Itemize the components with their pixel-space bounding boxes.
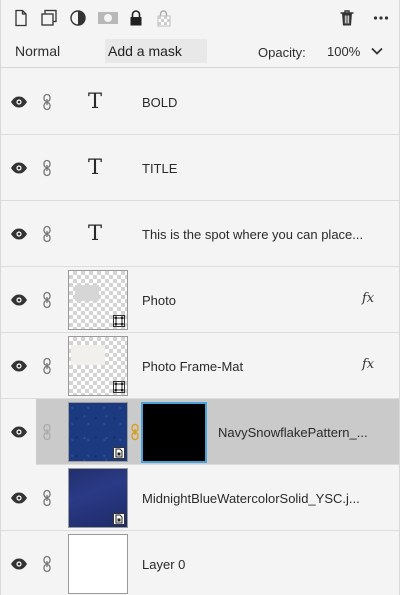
smart-object-icon	[113, 447, 125, 459]
layer-name: Photo	[142, 293, 176, 308]
layer-name: BOLD	[142, 95, 178, 110]
lock-icon[interactable]	[126, 8, 146, 28]
layer-name: TITLE	[142, 161, 178, 176]
link-icon[interactable]	[42, 159, 52, 177]
eye-icon[interactable]	[10, 227, 28, 241]
chevron-down-icon[interactable]	[370, 46, 384, 56]
transform-icon	[113, 381, 125, 393]
link-icon[interactable]	[42, 357, 52, 375]
layer-row[interactable]: Photo fx	[1, 267, 399, 333]
duplicate-icon[interactable]	[39, 8, 59, 28]
opacity-label: Opacity:	[258, 45, 306, 60]
add-mask-button[interactable]: Add a mask	[105, 39, 207, 63]
layer-name: Photo Frame-Mat	[142, 359, 244, 374]
layer-row[interactable]: T This is the spot where you can place..…	[1, 201, 399, 267]
layer-thumbnail[interactable]	[68, 402, 128, 462]
eye-icon[interactable]	[10, 95, 28, 109]
smart-object-icon	[113, 513, 125, 525]
layers-panel: Normal Add a mask Opacity: 100% T BOLD T…	[0, 0, 400, 595]
eye-icon[interactable]	[10, 359, 28, 373]
link-icon[interactable]	[42, 489, 52, 507]
blend-options-bar: Normal Add a mask Opacity: 100%	[1, 36, 399, 68]
eye-icon[interactable]	[10, 491, 28, 505]
mask-link-icon[interactable]	[131, 423, 139, 441]
layers-toolbar	[1, 0, 399, 36]
layer-row[interactable]: T BOLD	[1, 69, 399, 135]
layer-thumbnail[interactable]	[68, 468, 128, 528]
link-icon[interactable]	[42, 225, 52, 243]
text-layer-icon: T	[88, 221, 103, 245]
eye-icon[interactable]	[10, 557, 28, 571]
fx-icon[interactable]: fx	[362, 357, 374, 372]
new-layer-icon[interactable]	[11, 8, 31, 28]
link-icon[interactable]	[42, 423, 52, 441]
layer-name: This is the spot where you can place...	[142, 227, 364, 242]
eye-icon[interactable]	[10, 161, 28, 175]
layer-name: NavySnowflakePattern_...	[218, 425, 368, 440]
layer-mask-thumbnail[interactable]	[141, 402, 207, 463]
text-layer-icon: T	[88, 89, 103, 113]
fx-icon[interactable]: fx	[362, 291, 374, 306]
layer-thumbnail[interactable]	[68, 336, 128, 396]
eye-icon[interactable]	[10, 293, 28, 307]
mask-icon[interactable]	[96, 8, 120, 28]
lock-transparency-icon[interactable]	[154, 8, 174, 28]
link-icon[interactable]	[42, 555, 52, 573]
layer-name: Layer 0	[142, 557, 186, 572]
more-icon[interactable]	[371, 8, 391, 28]
transform-icon	[113, 315, 125, 327]
trash-icon[interactable]	[337, 8, 357, 28]
link-icon[interactable]	[42, 93, 52, 111]
layer-row[interactable]: MidnightBlueWatercolorSolid_YSC.j...	[1, 465, 399, 531]
layer-row[interactable]: T TITLE	[1, 135, 399, 201]
text-layer-icon: T	[88, 155, 103, 179]
layer-row-selected[interactable]: NavySnowflakePattern_...	[1, 399, 399, 465]
layer-thumbnail[interactable]	[68, 270, 128, 330]
layer-row[interactable]: Layer 0	[1, 531, 399, 595]
layer-thumbnail[interactable]	[68, 534, 128, 594]
blend-mode-dropdown[interactable]: Normal	[15, 43, 60, 59]
layer-row[interactable]: Photo Frame-Mat fx	[1, 333, 399, 399]
link-icon[interactable]	[42, 291, 52, 309]
eye-icon[interactable]	[10, 425, 28, 439]
adjustment-icon[interactable]	[68, 8, 88, 28]
layer-name: MidnightBlueWatercolorSolid_YSC.j...	[142, 491, 360, 506]
opacity-value[interactable]: 100%	[327, 44, 360, 59]
